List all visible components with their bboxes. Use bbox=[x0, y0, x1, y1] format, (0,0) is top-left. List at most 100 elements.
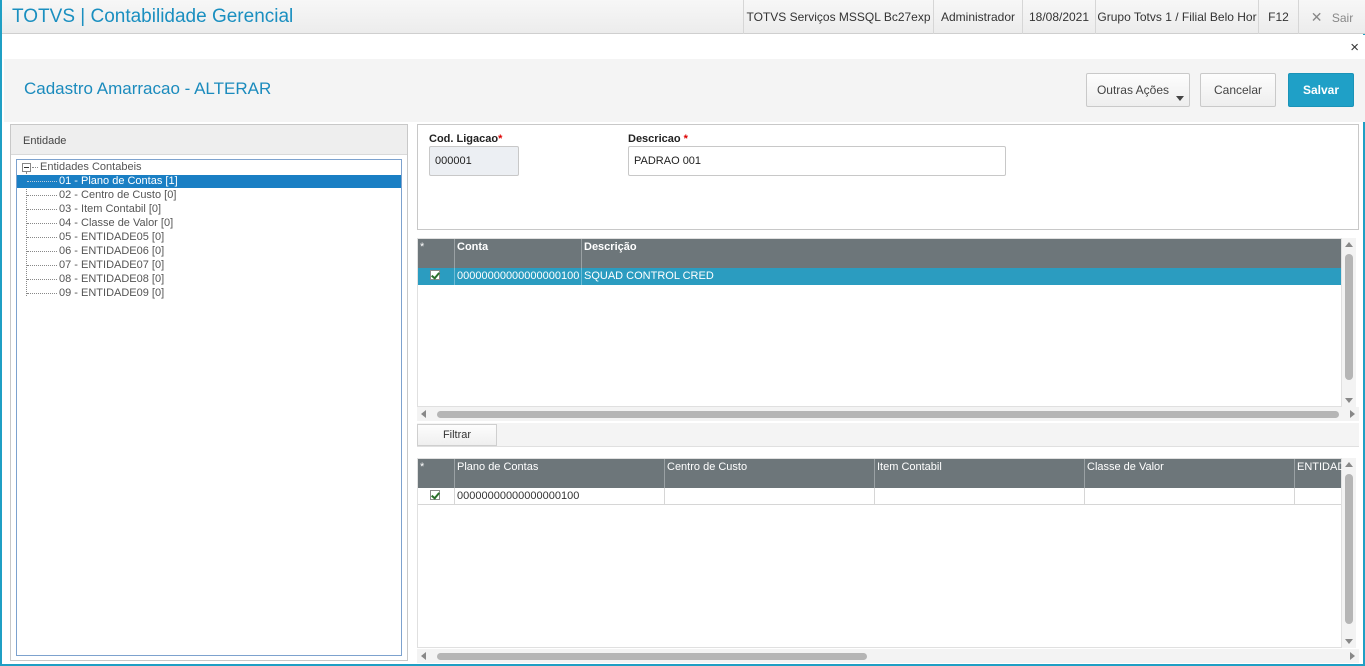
scroll-right-icon[interactable] bbox=[1350, 410, 1355, 418]
entities-grid-hscroll[interactable] bbox=[417, 649, 1359, 663]
entity-panel: Entidade Entidades Contabeis 01 - Plano … bbox=[10, 124, 408, 661]
scroll-thumb[interactable] bbox=[437, 653, 867, 660]
tree-item-entidade08[interactable]: 08 - ENTIDADE08 [0] bbox=[17, 273, 401, 286]
col-entidade[interactable]: ENTIDADE bbox=[1295, 459, 1343, 488]
tree-item-label: 06 - ENTIDADE06 [0] bbox=[59, 245, 165, 257]
shortcut-key[interactable]: F12 bbox=[1258, 0, 1298, 34]
close-icon: ✕ bbox=[1310, 9, 1323, 25]
branch-info[interactable]: Grupo Totvs 1 / Filial Belo Hor bbox=[1095, 0, 1258, 34]
tree-item-item-contabil[interactable]: 03 - Item Contabil [0] bbox=[17, 203, 401, 216]
cancel-button[interactable]: Cancelar bbox=[1200, 73, 1276, 107]
exit-button[interactable]: ✕ Sair bbox=[1298, 0, 1365, 34]
tree-connector bbox=[27, 209, 57, 210]
scroll-down-icon[interactable] bbox=[1345, 398, 1353, 403]
tree-connector bbox=[27, 279, 57, 280]
tree-item-plano-de-contas[interactable]: 01 - Plano de Contas [1] bbox=[17, 175, 401, 188]
required-mark: * bbox=[498, 133, 503, 145]
tree-connector bbox=[27, 223, 57, 224]
col-select[interactable]: * bbox=[418, 239, 455, 268]
user-info[interactable]: Administrador bbox=[933, 0, 1022, 34]
page-header: Cadastro Amarracao - ALTERAR Outras Açõe… bbox=[4, 59, 1365, 122]
cell-centro-de-custo bbox=[665, 488, 875, 505]
filter-button[interactable]: Filtrar bbox=[417, 424, 497, 446]
checkbox-checked-icon[interactable] bbox=[430, 490, 440, 500]
collapse-icon-bar bbox=[24, 167, 29, 168]
cell-conta: 00000000000000000100 bbox=[455, 268, 582, 285]
tree-root-label: Entidades Contabeis bbox=[40, 161, 142, 173]
tree-item-label: 08 - ENTIDADE08 [0] bbox=[59, 273, 165, 285]
table-row[interactable]: 00000000000000000100 SQUAD CONTROL CRED bbox=[418, 268, 1341, 285]
entities-grid-vscroll[interactable] bbox=[1342, 458, 1356, 648]
app-title: TOTVS | Contabilidade Gerencial bbox=[12, 6, 294, 27]
tree-item-entidade09[interactable]: 09 - ENTIDADE09 [0] bbox=[17, 287, 401, 300]
row-check-cell[interactable] bbox=[418, 488, 455, 505]
tree-item-classe-de-valor[interactable]: 04 - Classe de Valor [0] bbox=[17, 217, 401, 230]
filter-bar: Filtrar bbox=[417, 423, 1359, 447]
tree-connector bbox=[27, 237, 57, 238]
tree-item-label: 03 - Item Contabil [0] bbox=[59, 203, 162, 215]
col-centro-de-custo[interactable]: Centro de Custo bbox=[665, 459, 875, 488]
cell-plano-de-contas: 00000000000000000100 bbox=[455, 488, 665, 505]
app-window: TOTVS | Contabilidade Gerencial TOTVS Se… bbox=[0, 0, 1365, 666]
scroll-right-icon[interactable] bbox=[1350, 652, 1355, 660]
other-actions-label: Outras Ações bbox=[1096, 83, 1170, 97]
code-label: Cod. Ligacao* bbox=[429, 133, 502, 145]
tree-connector bbox=[27, 195, 57, 196]
tree-connector bbox=[27, 265, 57, 266]
cell-classe-de-valor bbox=[1085, 488, 1295, 505]
dialog-close-icon[interactable]: × bbox=[1350, 39, 1359, 56]
required-mark: * bbox=[683, 133, 688, 145]
scroll-down-icon[interactable] bbox=[1345, 639, 1353, 644]
save-button[interactable]: Salvar bbox=[1288, 73, 1354, 107]
tree-item-label: 01 - Plano de Contas [1] bbox=[59, 175, 178, 187]
form-panel: Cod. Ligacao* 000001 Descricao * PADRAO … bbox=[417, 124, 1359, 230]
col-item-contabil[interactable]: Item Contabil bbox=[875, 459, 1085, 488]
scroll-up-icon[interactable] bbox=[1345, 462, 1353, 467]
tree-item-label: 07 - ENTIDADE07 [0] bbox=[59, 259, 165, 271]
tree-connector bbox=[27, 293, 57, 294]
checkbox-checked-icon[interactable] bbox=[430, 270, 440, 280]
dialog-close-row: × bbox=[4, 35, 1365, 59]
table-row[interactable]: 00000000000000000100 bbox=[418, 488, 1341, 505]
scroll-thumb[interactable] bbox=[1345, 254, 1353, 380]
cell-descricao: SQUAD CONTROL CRED bbox=[584, 270, 714, 282]
entity-tree[interactable]: Entidades Contabeis 01 - Plano de Contas… bbox=[16, 159, 402, 656]
entities-grid-header: * Plano de Contas Centro de Custo Item C… bbox=[418, 459, 1343, 488]
entities-grid: * Plano de Contas Centro de Custo Item C… bbox=[417, 458, 1343, 648]
description-label: Descricao * bbox=[628, 133, 688, 145]
page-title: Cadastro Amarracao - ALTERAR bbox=[24, 79, 272, 98]
chevron-down-icon bbox=[1176, 96, 1184, 101]
other-actions-button[interactable]: Outras Ações bbox=[1086, 73, 1190, 107]
tree-item-entidade07[interactable]: 07 - ENTIDADE07 [0] bbox=[17, 259, 401, 272]
accounts-grid-vscroll[interactable] bbox=[1342, 238, 1356, 407]
col-plano-de-contas[interactable]: Plano de Contas bbox=[455, 459, 665, 488]
tree-item-centro-de-custo[interactable]: 02 - Centro de Custo [0] bbox=[17, 189, 401, 202]
scroll-left-icon[interactable] bbox=[421, 410, 426, 418]
row-check-cell[interactable] bbox=[418, 268, 455, 285]
date-info[interactable]: 18/08/2021 bbox=[1022, 0, 1095, 34]
scroll-thumb[interactable] bbox=[437, 411, 1339, 418]
tree-connector bbox=[27, 181, 57, 182]
tree-item-label: 02 - Centro de Custo [0] bbox=[59, 189, 177, 201]
tree-connector bbox=[32, 167, 38, 168]
accounts-grid: * Conta Descrição 00000000000000000100 S… bbox=[417, 238, 1342, 407]
tree-item-entidade05[interactable]: 05 - ENTIDADE05 [0] bbox=[17, 231, 401, 244]
accounts-grid-hscroll[interactable] bbox=[417, 407, 1359, 421]
scroll-up-icon[interactable] bbox=[1345, 242, 1353, 247]
tree-item-label: 09 - ENTIDADE09 [0] bbox=[59, 287, 165, 299]
server-info: TOTVS Serviços MSSQL Bc27exp bbox=[743, 0, 933, 34]
tree-item-entidade06[interactable]: 06 - ENTIDADE06 [0] bbox=[17, 245, 401, 258]
exit-label: Sair bbox=[1331, 11, 1354, 25]
entity-panel-title: Entidade bbox=[23, 135, 67, 147]
scroll-left-icon[interactable] bbox=[421, 652, 426, 660]
description-field[interactable]: PADRAO 001 bbox=[628, 146, 1006, 176]
col-conta[interactable]: Conta bbox=[455, 239, 582, 268]
col-classe-de-valor[interactable]: Classe de Valor bbox=[1085, 459, 1295, 488]
scroll-thumb[interactable] bbox=[1345, 474, 1353, 624]
col-descricao[interactable]: Descrição bbox=[582, 239, 1343, 268]
code-field[interactable]: 000001 bbox=[429, 146, 519, 176]
description-label-text: Descricao bbox=[628, 133, 681, 145]
top-bar: TOTVS | Contabilidade Gerencial TOTVS Se… bbox=[2, 0, 1365, 34]
col-select[interactable]: * bbox=[418, 459, 455, 488]
code-label-text: Cod. Ligacao bbox=[429, 133, 499, 145]
